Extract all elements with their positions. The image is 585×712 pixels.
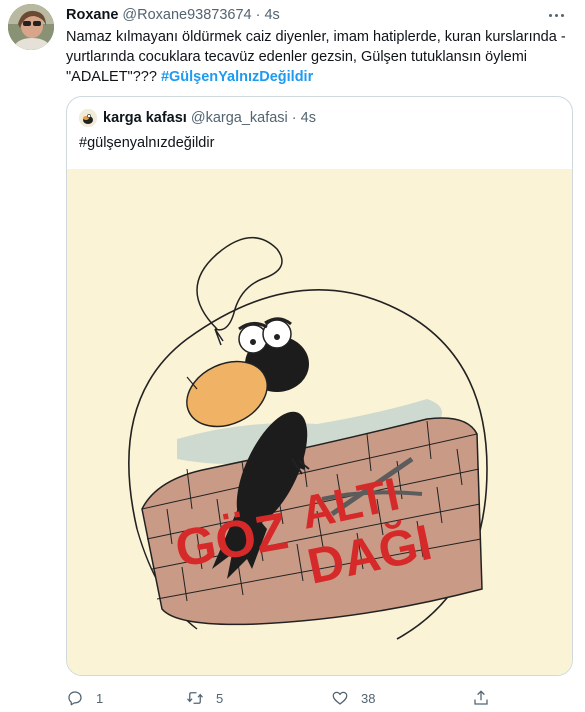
like-icon <box>332 691 348 705</box>
quoted-separator-dot: · <box>291 110 297 126</box>
retweet-button[interactable]: 5 <box>186 688 223 708</box>
more-icon[interactable] <box>545 6 567 24</box>
separator-dot: · <box>255 7 261 23</box>
quoted-tweet[interactable]: karga kafası @karga_kafasi · 4s #gülşeny… <box>66 96 573 676</box>
tweet-time[interactable]: 4s <box>264 7 279 23</box>
tweet-text: Namaz kılmayanı öldürmek caiz diyenler, … <box>66 27 566 87</box>
reply-icon <box>68 691 82 706</box>
author-handle[interactable]: @Roxane93873674 <box>122 7 251 23</box>
share-icon <box>474 690 488 705</box>
quoted-author-name[interactable]: karga kafası <box>103 110 187 126</box>
tweet-body: Namaz kılmayanı öldürmek caiz diyenler, … <box>66 29 566 85</box>
tweet-actions: 1 5 38 <box>66 688 506 708</box>
quoted-image[interactable]: GÖZ ALTI DAĞI <box>67 169 572 675</box>
author-name[interactable]: Roxane <box>66 7 118 23</box>
author-avatar[interactable] <box>8 4 54 50</box>
quoted-avatar <box>79 109 97 127</box>
like-button[interactable]: 38 <box>331 688 375 708</box>
like-count: 38 <box>361 690 376 706</box>
reply-button[interactable]: 1 <box>66 688 103 708</box>
retweet-icon <box>187 692 203 704</box>
tweet-header: Roxane @Roxane93873674 · 4s <box>66 6 280 24</box>
quoted-text: #gülşenyalnızdeğildir <box>79 135 215 151</box>
quoted-time[interactable]: 4s <box>301 110 316 126</box>
reply-count: 1 <box>96 690 104 706</box>
tweet[interactable]: Roxane @Roxane93873674 · 4s Namaz kılmay… <box>0 0 585 712</box>
tweet-hashtag[interactable]: #GülşenYalnızDeğildir <box>161 69 313 85</box>
quoted-header: karga kafası @karga_kafasi · 4s <box>79 109 316 127</box>
quoted-author-handle[interactable]: @karga_kafasi <box>191 110 288 126</box>
share-button[interactable] <box>472 688 502 708</box>
retweet-count: 5 <box>216 690 224 706</box>
